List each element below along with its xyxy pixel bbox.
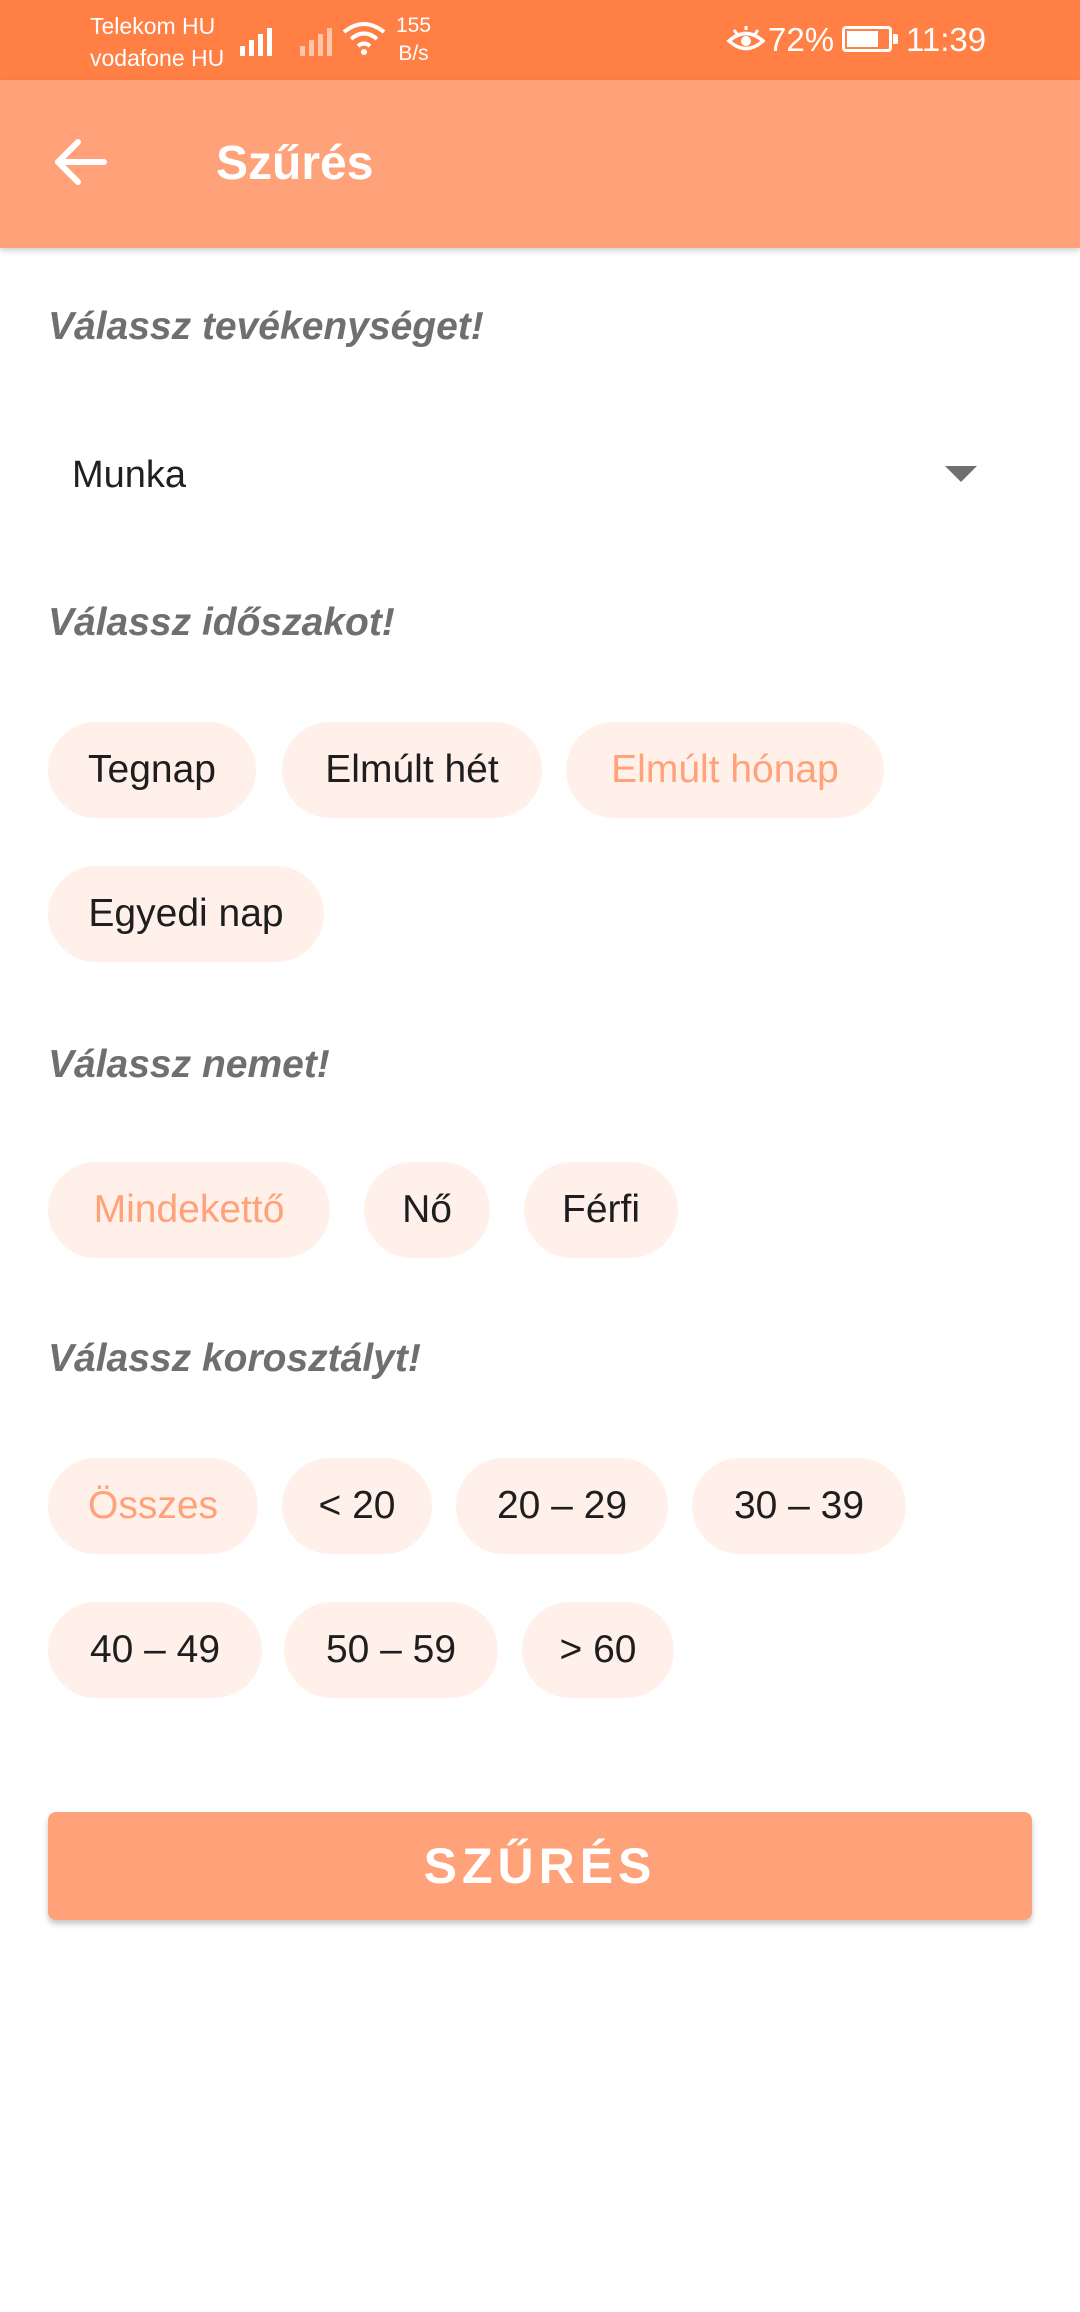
network-speed-value: 155 <box>396 14 432 37</box>
clock: 11:39 <box>906 21 987 58</box>
dropdown-arrow-icon <box>945 466 977 482</box>
chip-age-30-39[interactable]: 30 – 39 <box>692 1458 906 1554</box>
chip-age-40-49[interactable]: 40 – 49 <box>48 1602 262 1698</box>
chip-period-tegnap[interactable]: Tegnap <box>48 722 256 818</box>
chip-gender-no[interactable]: Nő <box>364 1162 490 1258</box>
chip-gender-mindeketto[interactable]: Mindekettő <box>48 1162 330 1258</box>
chip-age-over-60[interactable]: > 60 <box>522 1602 674 1698</box>
carrier-names: Telekom HU vodafone HU <box>90 10 224 74</box>
chip-period-elmult-honap[interactable]: Elmúlt hónap <box>566 722 884 818</box>
carrier-1: Telekom HU <box>90 13 216 39</box>
app-bar: Szűrés <box>0 80 1080 248</box>
wifi-icon <box>342 22 386 55</box>
activity-dropdown[interactable]: Munka <box>48 430 1032 520</box>
chip-period-elmult-het[interactable]: Elmúlt hét <box>282 722 542 818</box>
period-label: Válassz időszakot! <box>48 601 395 644</box>
activity-selected-value: Munka <box>72 454 187 496</box>
age-label: Válassz korosztályt! <box>48 1337 421 1380</box>
back-button[interactable] <box>40 126 120 198</box>
activity-label: Válassz tevékenységet! <box>48 305 484 348</box>
gender-label: Válassz nemet! <box>48 1043 330 1086</box>
chip-age-osszes[interactable]: Összes <box>48 1458 258 1554</box>
eye-icon <box>726 26 766 51</box>
network-speed: 155 B/s <box>396 12 431 68</box>
chip-age-20-29[interactable]: 20 – 29 <box>456 1458 668 1554</box>
chip-age-50-59[interactable]: 50 – 59 <box>284 1602 498 1698</box>
battery-icon <box>842 26 898 52</box>
arrow-left-icon <box>55 139 107 185</box>
chip-age-under-20[interactable]: < 20 <box>282 1458 432 1554</box>
page-title: Szűrés <box>216 137 374 190</box>
chip-gender-ferfi[interactable]: Férfi <box>524 1162 678 1258</box>
status-bar: Telekom HU vodafone HU 155 B/s 72% 11:39 <box>0 0 1080 80</box>
signal-icon <box>300 22 332 56</box>
signal-icon <box>240 22 272 56</box>
battery-percent: 72% <box>768 21 835 58</box>
chip-period-egyedi-nap[interactable]: Egyedi nap <box>48 866 324 962</box>
carrier-2: vodafone HU <box>90 45 225 71</box>
network-speed-unit: B/s <box>398 42 429 65</box>
filter-button[interactable]: SZŰRÉS <box>48 1812 1032 1920</box>
